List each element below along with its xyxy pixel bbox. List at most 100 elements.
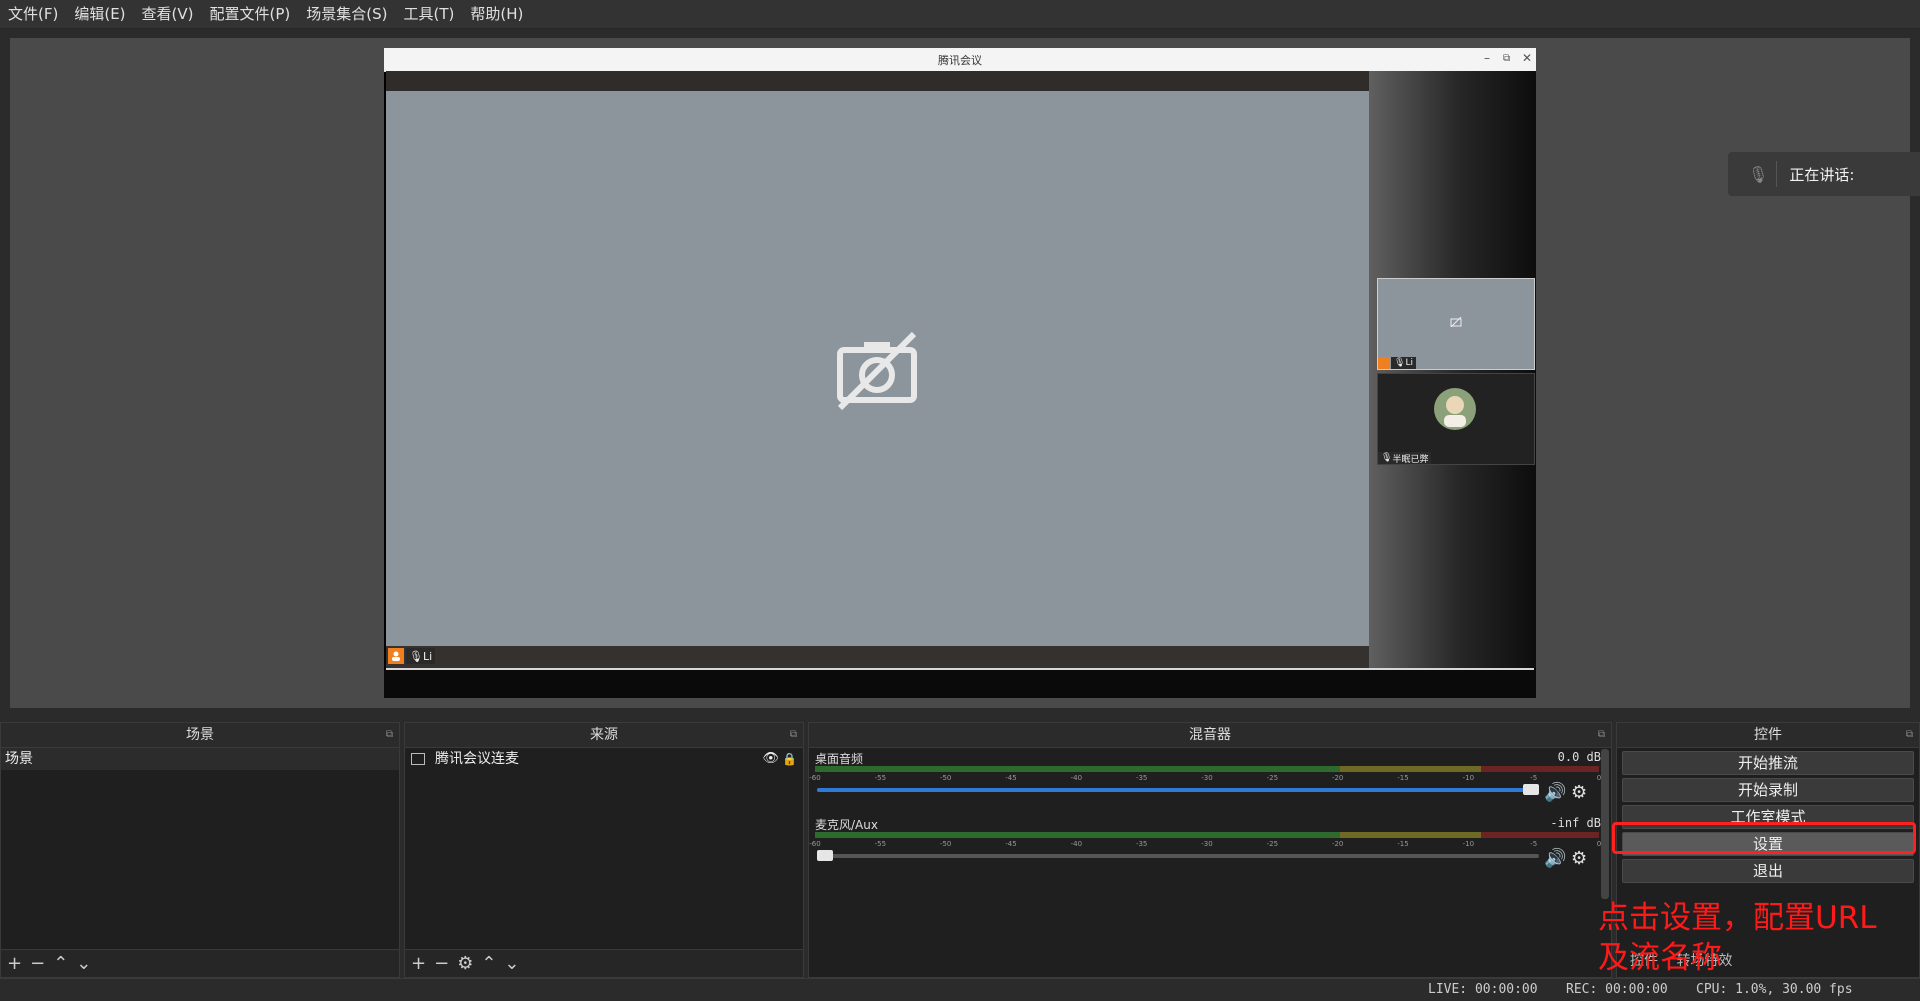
volume-slider[interactable]: [817, 850, 1539, 861]
menu-profile[interactable]: 配置文件(P): [202, 0, 299, 28]
avatar: [1434, 388, 1476, 430]
meter-ticks: -60 -55 -50 -45 -40 -35 -30 -25 -20 -15 -10 -5 0: [809, 840, 1601, 850]
mixer-scrollbar[interactable]: [1601, 749, 1609, 899]
start-recording-button[interactable]: 开始录制: [1622, 778, 1914, 802]
slider-knob[interactable]: [1523, 784, 1539, 795]
speaking-indicator: 🎙 正在讲话:: [1728, 152, 1920, 196]
sources-dock: 来源 ⧉ 腾讯会议连麦 👁 🔒 + − ⚙ ⌃ ⌄: [404, 722, 804, 978]
meter-tick-label: -20: [1331, 840, 1344, 848]
scene-item[interactable]: 场景: [1, 748, 399, 770]
move-up-icon[interactable]: ⌃: [53, 953, 68, 974]
thumb2-name: 半眠已弊: [1392, 454, 1429, 465]
channel-db: -inf dB: [1550, 816, 1601, 830]
sources-toolbar: + − ⚙ ⌃ ⌄: [405, 949, 803, 977]
rec-status: REC: 00:00:00: [1566, 982, 1668, 997]
meter-tick-label: -20: [1331, 774, 1344, 782]
user-icon: [388, 648, 404, 664]
meter-tick-label: -50: [939, 774, 952, 782]
move-down-icon[interactable]: ⌄: [504, 953, 519, 974]
meter-tick-label: -5: [1530, 840, 1538, 848]
float-icon[interactable]: ⧉: [790, 723, 797, 747]
volume-meter: [815, 766, 1599, 772]
meter-tick-label: -30: [1201, 840, 1213, 848]
float-icon[interactable]: ⧉: [386, 723, 393, 747]
move-up-icon[interactable]: ⌃: [481, 953, 496, 974]
mic-icon: 🎙: [409, 649, 423, 663]
speaker-icon[interactable]: 🔊: [1544, 848, 1566, 869]
source-name: 腾讯会议连麦: [435, 751, 519, 767]
meter-tick-label: -30: [1201, 774, 1213, 782]
annotation-line-2: 及流名称: [1598, 940, 1722, 976]
meter-tick-label: -15: [1397, 774, 1409, 782]
live-status: LIVE: 00:00:00: [1428, 982, 1538, 997]
meter-tick-label: -40: [1070, 774, 1083, 782]
menu-file[interactable]: 文件(F): [0, 0, 66, 28]
gear-icon[interactable]: ⚙: [1571, 782, 1587, 803]
mic-icon: 🎙: [1381, 453, 1393, 463]
mic-icon: 🎙: [1748, 164, 1769, 184]
status-bar: LIVE: 00:00:00 REC: 00:00:00 CPU: 1.0%, …: [0, 978, 1920, 1001]
camera-off-icon: [834, 330, 920, 414]
add-icon[interactable]: +: [7, 953, 22, 974]
meter-tick-label: -55: [874, 774, 887, 782]
mic-icon: 🎙: [1394, 358, 1406, 368]
thumb1-name: Li: [1405, 358, 1413, 368]
slider-knob[interactable]: [817, 850, 833, 861]
meter-tick-label: -50: [939, 840, 952, 848]
menu-help[interactable]: 帮助(H): [462, 0, 531, 28]
minimize-icon: –: [1484, 51, 1490, 65]
gear-icon[interactable]: ⚙: [1571, 848, 1587, 869]
remove-icon[interactable]: −: [30, 953, 45, 974]
channel-db: 0.0 dB: [1557, 750, 1601, 764]
eye-icon[interactable]: 👁: [762, 748, 779, 770]
video-top-bar: [386, 71, 1369, 91]
scenes-toolbar: + − ⌃ ⌄: [1, 949, 399, 977]
add-icon[interactable]: +: [411, 953, 426, 974]
volume-slider[interactable]: [817, 784, 1539, 795]
main-user-name: Li: [422, 649, 433, 663]
remove-icon[interactable]: −: [434, 953, 449, 974]
meeting-window-titlebar: 腾讯会议 – ⧉ ✕: [384, 48, 1536, 72]
close-icon: ✕: [1522, 51, 1533, 65]
video-bottom-bar: [386, 646, 1369, 668]
camera-off-icon: [1450, 317, 1462, 327]
meter-tick-label: -60: [809, 840, 821, 848]
speaker-icon[interactable]: 🔊: [1544, 782, 1566, 803]
meter-tick-label: -10: [1462, 840, 1475, 848]
menu-view[interactable]: 查看(V): [134, 0, 202, 28]
channel-name: 桌面音频: [815, 752, 864, 766]
menu-tools[interactable]: 工具(T): [395, 0, 462, 28]
float-icon[interactable]: ⧉: [1906, 723, 1913, 747]
meter-tick-label: -45: [1005, 774, 1017, 782]
menu-scene-collection[interactable]: 场景集合(S): [298, 0, 395, 28]
mixer-dock: 混音器 ⧉ 桌面音频 0.0 dB -60 -55 -50 -45 -40 -35 -30 -2…: [808, 722, 1612, 978]
participant-thumb-2: 🎙 半眠已弊: [1377, 373, 1535, 465]
move-down-icon[interactable]: ⌄: [76, 953, 91, 974]
restore-icon: ⧉: [1503, 53, 1511, 64]
meter-tick-label: -10: [1462, 774, 1475, 782]
meeting-window-capture: 腾讯会议 – ⧉ ✕ 🎙 Li: [384, 48, 1536, 698]
gear-icon[interactable]: ⚙: [457, 953, 473, 974]
meter-tick-label: -60: [809, 774, 821, 782]
meter-tick-label: -15: [1397, 840, 1409, 848]
menu-edit[interactable]: 编辑(E): [66, 0, 133, 28]
controls-header: 控件 ⧉: [1617, 723, 1919, 748]
float-icon[interactable]: ⧉: [1598, 723, 1605, 747]
meter-tick-label: -25: [1266, 774, 1279, 782]
annotation-line-1: 点击设置，配置URL: [1598, 900, 1877, 936]
speaking-label: 正在讲话:: [1789, 165, 1855, 184]
participant-thumb-1: 🎙 Li: [1377, 278, 1535, 370]
scenes-header: 场景 ⧉: [1, 723, 399, 748]
meter-tick-label: -35: [1135, 840, 1148, 848]
meter-tick-label: -5: [1530, 774, 1538, 782]
start-streaming-button[interactable]: 开始推流: [1622, 751, 1914, 775]
sources-header: 来源 ⧉: [405, 723, 803, 748]
meter-tick-label: -40: [1070, 840, 1083, 848]
user-icon: [1378, 357, 1390, 369]
lock-icon[interactable]: 🔒: [782, 748, 797, 770]
meter-ticks: -60 -55 -50 -45 -40 -35 -30 -25 -20 -15 -10 -5 0: [809, 774, 1601, 784]
cpu-status: CPU: 1.0%, 30.00 fps: [1696, 982, 1853, 997]
exit-button[interactable]: 退出: [1622, 859, 1914, 883]
menu-bar: 文件(F) 编辑(E) 查看(V) 配置文件(P) 场景集合(S) 工具(T) …: [0, 0, 1920, 29]
source-item[interactable]: 腾讯会议连麦 👁 🔒: [405, 748, 803, 770]
